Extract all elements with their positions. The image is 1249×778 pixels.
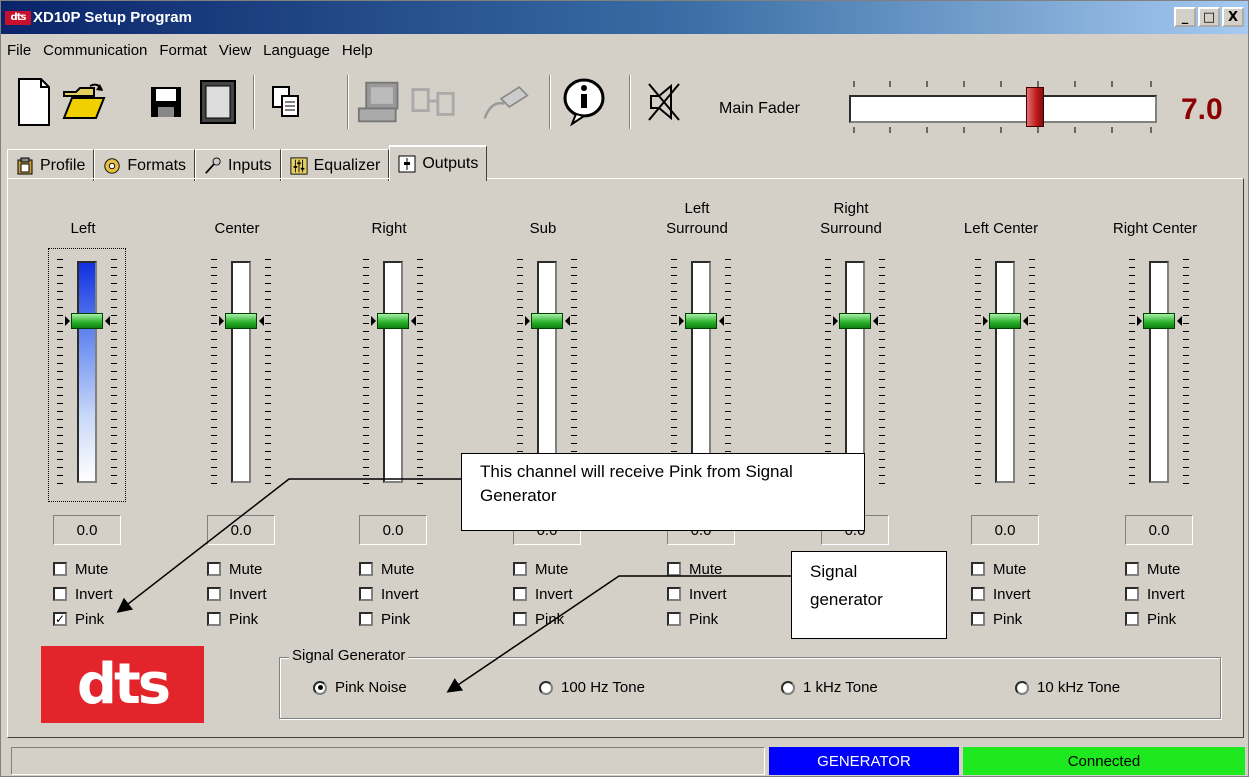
callout-arrow-generator [446, 575, 791, 693]
tab-outputs[interactable]: Outputs [389, 145, 488, 181]
tab-outputs-label: Outputs [422, 155, 479, 172]
callout-arrows [116, 478, 791, 693]
app-window: dts XD10P Setup Program _ □ X File Commu… [0, 0, 1249, 777]
callout-arrow-pink [116, 478, 461, 613]
outputs-icon [398, 155, 416, 173]
